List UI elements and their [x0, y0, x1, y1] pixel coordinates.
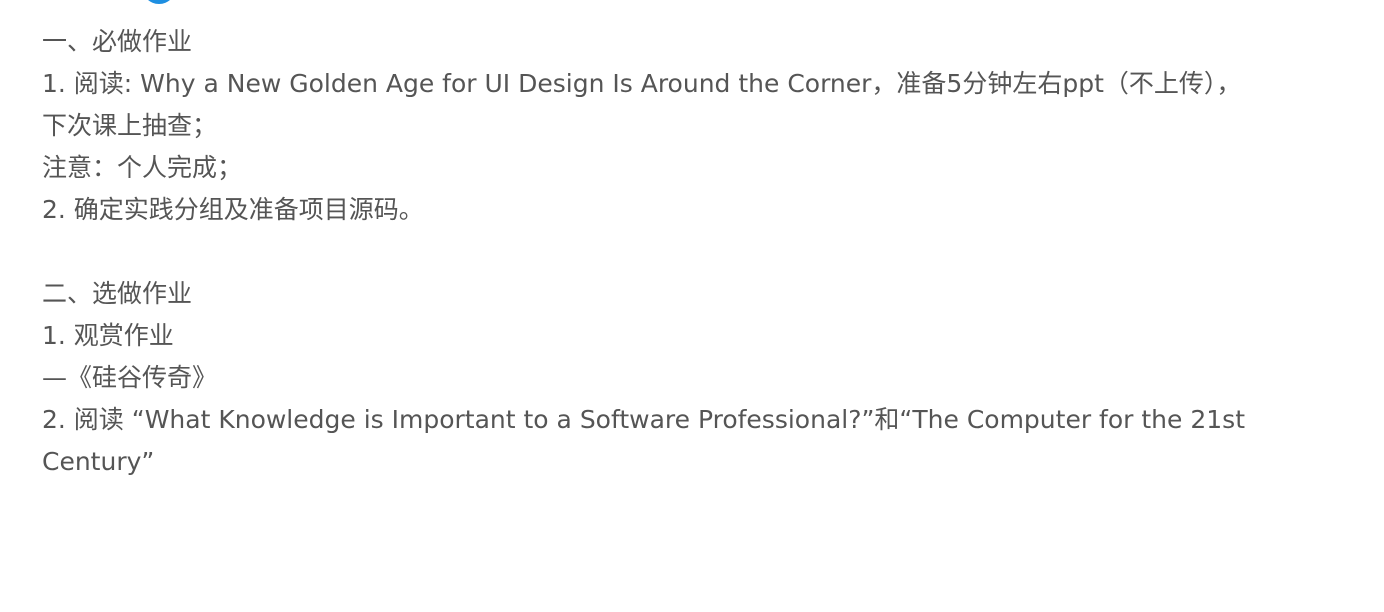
- optional-item-2-line-1: 2. 阅读 “What Knowledge is Important to a …: [42, 405, 1245, 434]
- optional-item-1: 1. 观赏作业: [42, 321, 174, 350]
- section-spacer: [42, 231, 1342, 273]
- assignment-content: 一、必做作业 1. 阅读: Why a New Golden Age for U…: [42, 21, 1342, 483]
- avatar-partial: [142, 0, 176, 4]
- required-section-title: 一、必做作业: [42, 27, 193, 56]
- required-item-1-line-2: 下次课上抽查；: [42, 111, 218, 140]
- optional-item-1-sub: —《硅谷传奇》: [42, 363, 218, 392]
- optional-item-2-line-2: Century”: [42, 447, 155, 476]
- required-note: 注意：个人完成；: [42, 153, 243, 182]
- required-item-2: 2. 确定实践分组及准备项目源码。: [42, 195, 424, 224]
- required-item-1-line-1: 1. 阅读: Why a New Golden Age for UI Desig…: [42, 69, 1242, 98]
- optional-section-title: 二、选做作业: [42, 279, 193, 308]
